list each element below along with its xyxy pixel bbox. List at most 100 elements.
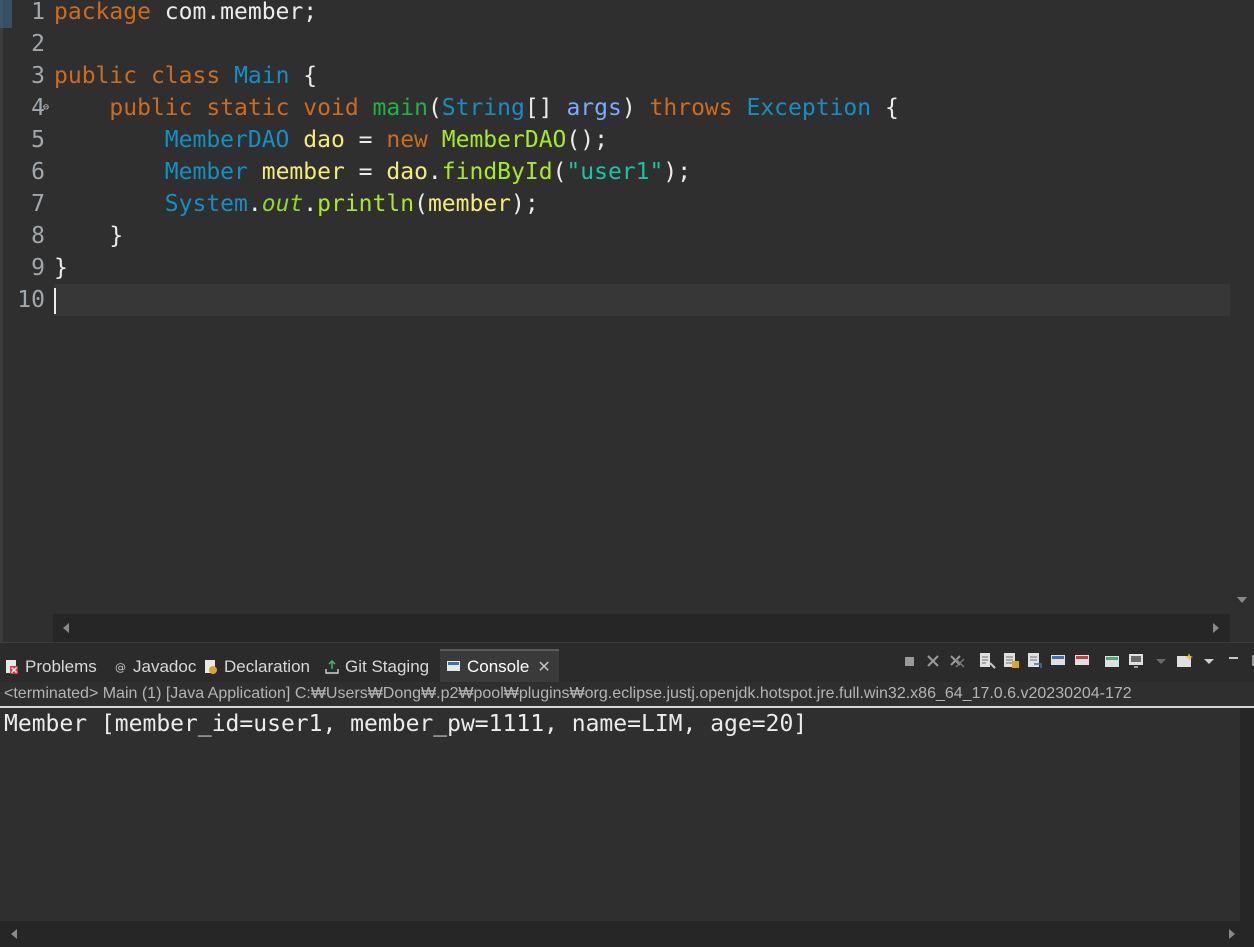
console-output-area[interactable]: Member [member_id=user1, member_pw=1111,… (0, 708, 1240, 921)
scroll-down-arrow-icon[interactable] (1234, 592, 1250, 608)
tab-git-staging[interactable]: Git Staging (324, 651, 429, 683)
show-on-stderr-button[interactable] (1072, 650, 1094, 672)
text-caret (54, 288, 56, 314)
tab-problems[interactable]: Problems (4, 651, 97, 683)
code-token: class (150, 63, 221, 89)
code-token: dao (386, 159, 428, 185)
fold-toggle-icon[interactable]: ⊖ (43, 94, 52, 122)
line-number: 10 (17, 287, 45, 313)
code-line: public class Main { (54, 62, 317, 94)
scroll-lock-button[interactable] (1000, 650, 1022, 672)
code-token: MemberDAO (441, 127, 567, 153)
code-token: println (317, 191, 415, 217)
code-token: ); (663, 159, 692, 185)
code-token: { (871, 95, 899, 121)
open-console-dropdown-icon[interactable] (1198, 650, 1220, 672)
line-number-gutter: 1 2 3 4 5 6 7 8 9 10 ⊖ (3, 0, 53, 614)
code-token: { (289, 63, 318, 89)
line-number: 9 (31, 255, 45, 281)
code-token: main (372, 95, 428, 121)
code-token: package (54, 0, 151, 25)
code-area[interactable]: package com.member; public class Main { … (54, 0, 1230, 614)
scroll-right-arrow-icon[interactable] (1224, 926, 1240, 942)
code-token: String (441, 95, 525, 121)
editor-horizontal-scrollbar[interactable] (53, 614, 1230, 642)
pin-console-button[interactable] (1102, 650, 1124, 672)
remove-all-terminated-button[interactable] (946, 650, 968, 672)
code-line: Member member = dao.findById("user1"); (54, 158, 691, 190)
tab-label: Javadoc (133, 657, 197, 676)
code-token: . (247, 191, 262, 217)
code-token: static (206, 95, 290, 121)
display-console-dropdown-icon[interactable] (1150, 650, 1172, 672)
line-number: 7 (31, 191, 45, 217)
code-token: args (566, 95, 622, 121)
code-token: member (427, 191, 512, 217)
tab-console[interactable]: Console ✕ (440, 649, 559, 683)
code-token: [] (524, 95, 567, 121)
code-line: MemberDAO dao = new MemberDAO(); (54, 126, 608, 158)
code-token: member (261, 159, 345, 185)
code-line: System.out.println(member); (54, 190, 539, 222)
code-token: ( (414, 191, 428, 217)
code-token: } (54, 255, 68, 281)
code-token: ( (552, 159, 567, 185)
line-number: 3 (31, 63, 45, 89)
line-number: 2 (31, 31, 45, 57)
tab-label: Declaration (224, 657, 310, 676)
line-number: 6 (31, 159, 45, 185)
terminate-button[interactable] (898, 650, 920, 672)
code-token: "user1" (566, 159, 664, 185)
scroll-left-arrow-icon[interactable] (58, 620, 74, 636)
code-token: . (303, 191, 318, 217)
tab-label: Console (467, 657, 530, 676)
tab-label: Problems (25, 657, 97, 676)
tab-declaration[interactable]: Declaration (203, 651, 310, 683)
clear-console-button[interactable] (976, 650, 998, 672)
code-token: = (344, 159, 387, 185)
tab-javadoc[interactable]: @ Javadoc (112, 651, 196, 683)
code-token: System (164, 191, 248, 217)
code-token: ); (511, 191, 539, 217)
javadoc-icon: @ (112, 659, 128, 675)
code-token: . (427, 159, 442, 185)
code-token: throws (649, 95, 733, 121)
close-icon[interactable]: ✕ (537, 657, 550, 677)
code-editor[interactable]: 1 2 3 4 5 6 7 8 9 10 ⊖ package com.membe… (0, 0, 1254, 642)
code-line: } (54, 254, 68, 286)
problems-icon (4, 659, 20, 675)
code-token: ( (427, 95, 442, 121)
display-selected-console-button[interactable] (1126, 650, 1148, 672)
line-number: 5 (31, 127, 45, 153)
editor-vertical-scrollbar[interactable] (1230, 0, 1254, 614)
code-token: Member (164, 159, 248, 185)
scroll-left-arrow-icon[interactable] (6, 926, 22, 942)
show-on-stdout-button[interactable] (1048, 650, 1070, 672)
code-token: (); (566, 127, 608, 153)
console-toolbar (898, 648, 1254, 674)
console-horizontal-scrollbar[interactable] (0, 921, 1254, 947)
code-token: out (261, 191, 304, 217)
minimize-view-icon[interactable] (1222, 650, 1244, 672)
git-staging-icon (324, 659, 340, 675)
word-wrap-button[interactable] (1024, 650, 1046, 672)
open-console-button[interactable] (1174, 650, 1196, 672)
console-vertical-scrollbar[interactable] (1240, 708, 1254, 921)
code-line: } (54, 222, 123, 254)
scroll-right-arrow-icon[interactable] (1208, 620, 1224, 636)
maximize-view-icon[interactable] (1246, 650, 1254, 672)
code-token: findById (441, 159, 553, 185)
code-token: public (54, 63, 138, 89)
line-number: 8 (31, 223, 45, 249)
code-token: com.member; (150, 0, 318, 25)
remove-launch-button[interactable] (922, 650, 944, 672)
